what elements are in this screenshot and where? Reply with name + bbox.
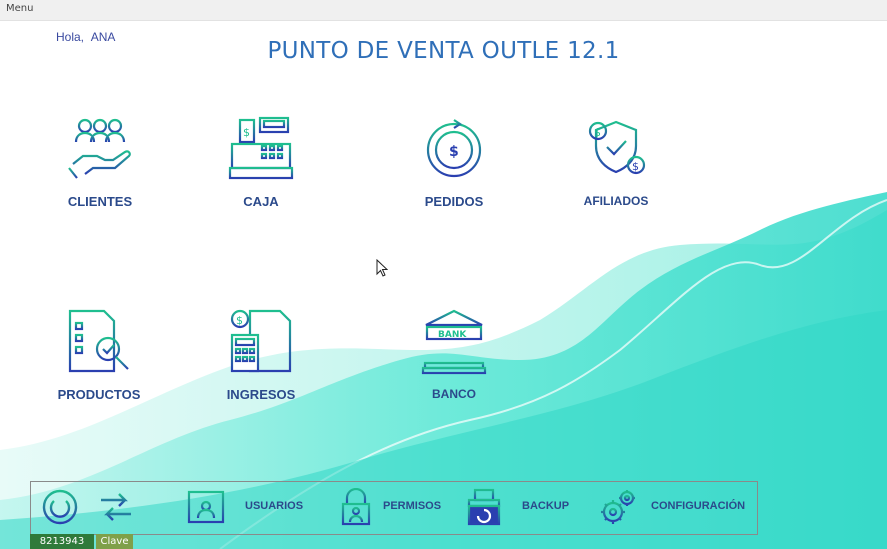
tile-caja[interactable]: $ CAJA	[201, 116, 321, 226]
svg-text:$: $	[449, 144, 459, 160]
svg-text:$: $	[243, 126, 250, 139]
swap-arrows-icon	[101, 493, 131, 521]
menu-bar: Menu	[0, 0, 887, 21]
backup-button[interactable]: BACKUP	[465, 482, 575, 534]
usuarios-button[interactable]: USUARIOS	[187, 482, 317, 534]
tile-label: BANCO	[432, 387, 476, 401]
tile-afiliados[interactable]: $ $ AFILIADOS	[556, 116, 676, 226]
permisos-label: PERMISOS	[383, 500, 442, 512]
tile-label: INGRESOS	[226, 387, 296, 402]
tile-label: PRODUCTOS	[57, 387, 141, 402]
user-card-icon	[187, 490, 225, 524]
invoice-calculator-icon: $	[230, 309, 292, 373]
bottom-toolbar: USUARIOS PERMISOS BACKUP CONFIGURACIÓN	[30, 481, 758, 535]
backup-label: BACKUP	[522, 500, 570, 512]
menu-label[interactable]: Menu	[6, 3, 33, 14]
mouse-cursor	[376, 259, 388, 277]
page-title: PUNTO DE VENTA OUTLE 12.1	[267, 38, 620, 64]
usuarios-label: USUARIOS	[245, 500, 304, 512]
tile-label: PEDIDOS	[424, 194, 484, 209]
document-search-icon	[68, 309, 129, 373]
padlock-user-icon	[341, 488, 371, 526]
permisos-button[interactable]: PERMISOS	[337, 482, 457, 534]
status-code: 8213943	[30, 534, 94, 549]
background-wave	[0, 192, 887, 549]
svg-text:$: $	[594, 126, 601, 139]
tile-label: CLIENTES	[67, 194, 133, 209]
tile-ingresos[interactable]: $ INGRESOS	[201, 309, 321, 419]
tile-clientes[interactable]: CLIENTES	[40, 116, 160, 226]
svg-text:BANK: BANK	[438, 330, 467, 340]
configuracion-label: CONFIGURACIÓN	[651, 500, 746, 512]
tile-label: AFILIADOS	[583, 194, 649, 208]
tile-productos[interactable]: PRODUCTOS	[39, 309, 159, 419]
power-button[interactable]	[39, 482, 83, 534]
switch-user-button[interactable]	[95, 482, 139, 534]
bank-icon: BANK	[421, 309, 487, 375]
clock-dollar-icon: $	[426, 119, 482, 178]
tile-pedidos[interactable]: $ PEDIDOS	[394, 116, 514, 226]
people-hand-icon	[68, 118, 131, 179]
gears-icon	[601, 490, 635, 524]
configuracion-button[interactable]: CONFIGURACIÓN	[599, 482, 753, 534]
tile-banco[interactable]: BANK BANCO	[394, 309, 514, 419]
status-key[interactable]: Clave	[96, 534, 133, 549]
svg-text:$: $	[632, 160, 639, 173]
cash-register-icon: $	[228, 116, 294, 180]
database-backup-icon	[467, 488, 501, 526]
tile-label: CAJA	[243, 194, 279, 209]
svg-text:$: $	[236, 314, 243, 327]
power-icon	[42, 489, 78, 525]
shield-dollar-icon: $ $	[588, 120, 646, 175]
